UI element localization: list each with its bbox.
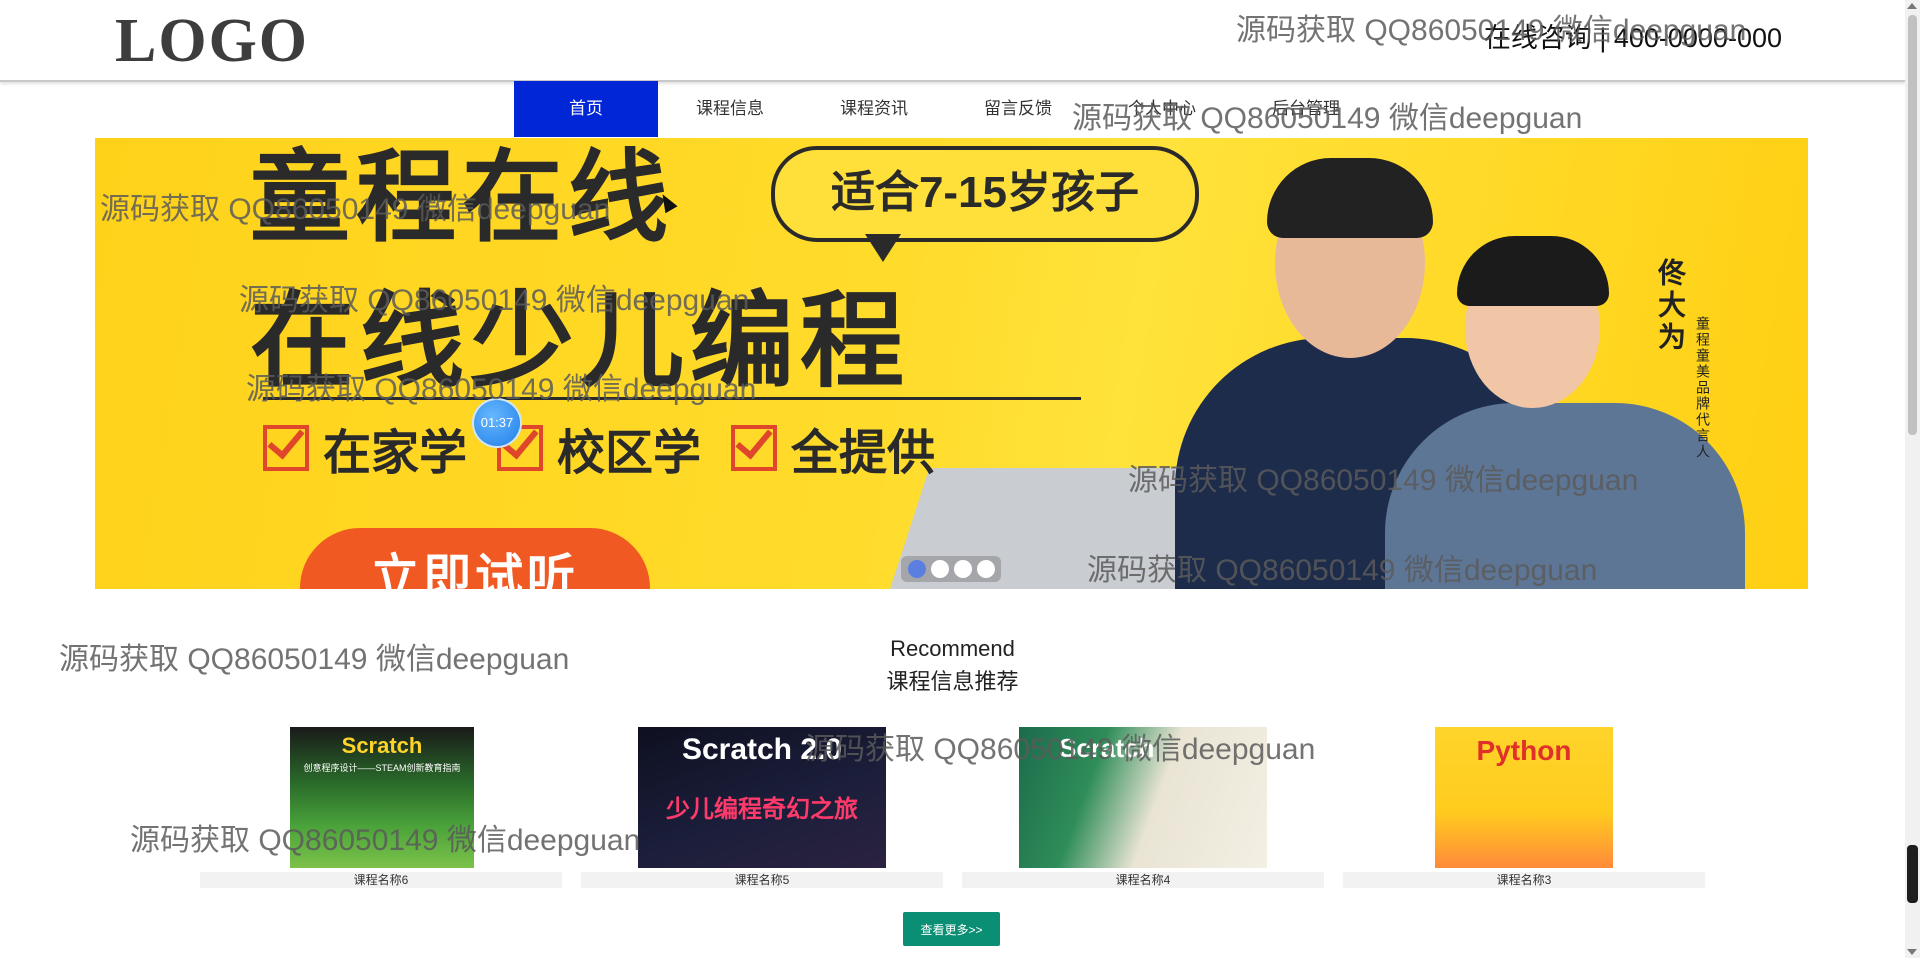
course-name[interactable]: 课程名称4 bbox=[962, 872, 1324, 888]
checkbox-icon bbox=[731, 425, 777, 471]
carousel-dot-2[interactable] bbox=[930, 560, 949, 578]
carousel-dot-4[interactable] bbox=[976, 560, 995, 578]
course-card[interactable]: Scratch 创意程序设计——STEAM创新教育指南 课程名称6 bbox=[200, 727, 562, 889]
banner-feature-1: 在家学 bbox=[263, 413, 467, 483]
banner-title-line2: 在线少儿编程 bbox=[250, 284, 911, 400]
course-card[interactable]: Python 课程名称3 bbox=[1343, 727, 1705, 889]
banner-feature-label: 在家学 bbox=[323, 427, 468, 480]
checkbox-icon bbox=[263, 425, 309, 471]
banner-feature-3: 全提供 bbox=[731, 413, 935, 483]
banner-man-hair bbox=[1267, 158, 1433, 238]
cover-title: Scratch bbox=[341, 733, 423, 758]
course-cover-image[interactable]: Scratch 2.0 少儿编程奇幻之旅 bbox=[638, 727, 886, 868]
cover-subtitle: 创意程序设计——STEAM创新教育指南 bbox=[303, 763, 461, 773]
course-name[interactable]: 课程名称3 bbox=[1343, 872, 1705, 888]
nav-item-user-center[interactable]: 个人中心 bbox=[1090, 81, 1234, 137]
course-cover-image[interactable]: Scratch 创意程序设计——STEAM创新教育指南 bbox=[290, 727, 474, 868]
course-name[interactable]: 课程名称5 bbox=[581, 872, 943, 888]
nav-item-admin[interactable]: 后台管理 bbox=[1234, 81, 1378, 137]
course-name[interactable]: 课程名称6 bbox=[200, 872, 562, 888]
carousel-dot-1[interactable] bbox=[907, 560, 926, 578]
course-card[interactable]: Scratch 2.0 少儿编程奇幻之旅 课程名称5 bbox=[581, 727, 943, 889]
nav-item-feedback[interactable]: 留言反馈 bbox=[946, 81, 1090, 137]
course-card[interactable]: Scratch 课程名称4 bbox=[962, 727, 1324, 889]
banner-signature-name: 佟大为 bbox=[1655, 258, 1686, 354]
course-cover-image[interactable]: Python bbox=[1435, 727, 1613, 868]
nav-item-course-info[interactable]: 课程信息 bbox=[658, 81, 802, 137]
timer-badge[interactable]: 01:37 bbox=[474, 400, 520, 446]
scrollbar-secondary-thumb[interactable] bbox=[1907, 845, 1918, 903]
banner-feature-label: 校区学 bbox=[557, 427, 702, 480]
recommend-title-cn: 课程信息推荐 bbox=[886, 669, 1019, 694]
banner-title-line1: 童程在线 bbox=[250, 142, 674, 254]
site-logo[interactable]: LOGO bbox=[115, 6, 309, 76]
cover-title: Scratch bbox=[1059, 733, 1155, 763]
scroll-down-arrow-icon[interactable] bbox=[1907, 949, 1917, 955]
hotline-text: 在线咨询 | 400-0000-000 bbox=[1483, 23, 1782, 53]
banner-age-bubble: 适合7-15岁孩子 bbox=[771, 146, 1199, 242]
view-more-button[interactable]: 查看更多>> bbox=[903, 912, 1000, 946]
cover-subtitle: 少儿编程奇幻之旅 bbox=[666, 796, 858, 823]
scroll-up-arrow-icon[interactable] bbox=[1907, 3, 1917, 9]
banner-signature-note: 童程童美品牌代言人 bbox=[1695, 316, 1711, 460]
recommend-title-en: Recommend bbox=[890, 636, 1015, 661]
hero-banner-carousel[interactable]: 童程在线 适合7-15岁孩子 在线少儿编程 在家学 校区学 全提供 立即试听 佟… bbox=[95, 138, 1808, 589]
banner-divider bbox=[263, 397, 1081, 400]
scrollbar-thumb[interactable] bbox=[1908, 15, 1917, 435]
banner-boy-figure bbox=[1385, 403, 1745, 589]
carousel-dot-3[interactable] bbox=[953, 560, 972, 578]
cover-title: Scratch 2.0 bbox=[681, 733, 843, 766]
banner-feature-2: 校区学 bbox=[497, 413, 701, 483]
main-nav: 首页 课程信息 课程资讯 留言反馈 个人中心 后台管理 bbox=[514, 81, 1378, 137]
site-header: LOGO 在线咨询 | 400-0000-000 bbox=[0, 0, 1905, 82]
banner-trial-button[interactable]: 立即试听 bbox=[300, 528, 650, 589]
nav-item-home[interactable]: 首页 bbox=[514, 81, 658, 137]
page-scrollbar[interactable] bbox=[1905, 0, 1920, 958]
banner-feature-label: 全提供 bbox=[791, 427, 936, 480]
banner-boy-hair bbox=[1457, 236, 1609, 306]
carousel-indicators bbox=[901, 556, 1001, 582]
nav-item-course-news[interactable]: 课程资讯 bbox=[802, 81, 946, 137]
cover-title: Python bbox=[1476, 735, 1572, 766]
course-cover-image[interactable]: Scratch bbox=[1019, 727, 1267, 868]
